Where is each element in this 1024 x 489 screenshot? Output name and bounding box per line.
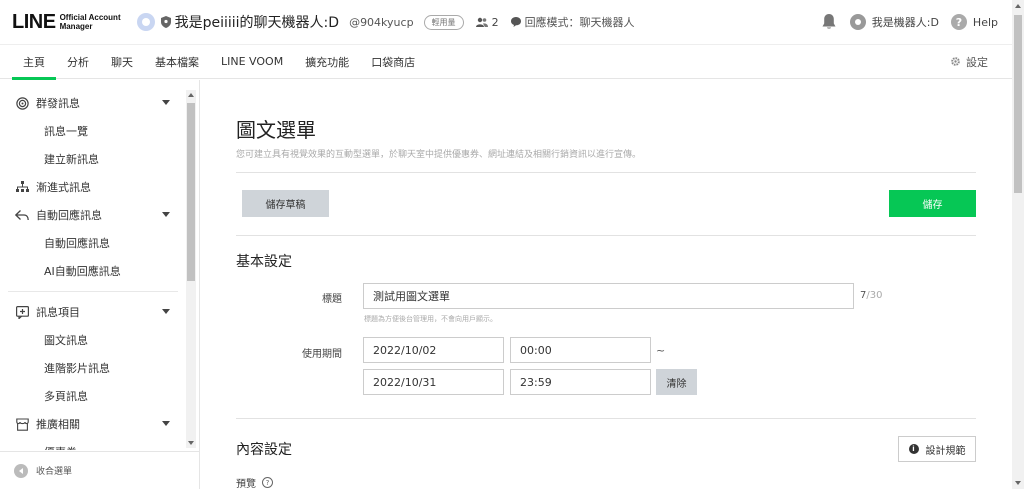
chevron-down-icon[interactable] [162, 212, 170, 217]
sidebar-group-label: 訊息項目 [36, 306, 80, 319]
tab-chat[interactable]: 聊天 [100, 45, 144, 79]
broadcast-icon [14, 96, 30, 110]
gear-icon [951, 57, 960, 66]
page-title: 圖文選單 [236, 118, 316, 142]
friends-count-value: 2 [491, 15, 499, 29]
end-date-input[interactable]: 2022/10/31 [363, 369, 504, 395]
start-date-input[interactable]: 2022/10/02 [363, 337, 504, 363]
user-avatar-icon[interactable] [849, 14, 866, 30]
sidebar-item-rich-video[interactable]: 進階影片訊息 [0, 354, 186, 382]
top-header: LINE Official Account Manager 我是peiiiii的… [0, 0, 1012, 45]
end-time-input[interactable]: 23:59 [510, 369, 651, 395]
save-draft-button[interactable]: 儲存草稿 [242, 190, 329, 217]
main-nav: 主頁 分析 聊天 基本檔案 LINE VOOM 擴充功能 口袋商店 設定 [0, 45, 1012, 80]
save-button[interactable]: 儲存 [889, 190, 976, 217]
period-separator: ~ [656, 344, 666, 357]
sidebar-group-step-message[interactable]: 漸進式訊息 [0, 173, 186, 201]
tab-line-voom[interactable]: LINE VOOM [210, 45, 294, 79]
sidebar-item-carousel[interactable]: 多頁訊息 [0, 382, 186, 410]
collapse-menu-label: 收合選單 [36, 467, 73, 477]
sidebar: 群發訊息 訊息一覽 建立新訊息 漸進式訊息 自動回應訊息 自動回應訊息 AI自動… [0, 80, 200, 489]
sidebar-scroll-thumb[interactable] [187, 103, 195, 281]
bell-icon[interactable] [822, 14, 836, 30]
tab-home[interactable]: 主頁 [12, 45, 56, 80]
account-id: @904kyucp [349, 15, 414, 29]
logo-subtext: Official Account Manager [59, 13, 121, 31]
reply-mode[interactable]: 回應模式：聊天機器人 [510, 14, 635, 30]
settings-label: 設定 [966, 55, 988, 69]
account-avatar[interactable] [136, 13, 155, 31]
title-label: 標題 [322, 294, 342, 305]
preview-label: 預覽 ? [236, 475, 273, 489]
reply-mode-label: 回應模式：聊天機器人 [524, 16, 635, 29]
help-icon[interactable]: ? [950, 14, 967, 30]
store-icon [14, 417, 30, 431]
sidebar-group-broadcast[interactable]: 群發訊息 [0, 89, 186, 117]
basic-settings-heading: 基本設定 [236, 254, 292, 270]
shield-icon [160, 16, 171, 28]
sidebar-divider [8, 291, 178, 292]
user-name[interactable]: 我是機器人:D [872, 14, 939, 30]
sidebar-scrollbar[interactable] [186, 90, 196, 448]
tab-profile[interactable]: 基本檔案 [144, 45, 210, 79]
tab-pocket-shop[interactable]: 口袋商店 [360, 45, 426, 79]
sidebar-item-auto-reply[interactable]: 自動回應訊息 [0, 229, 186, 257]
info-icon: i [908, 444, 919, 454]
friends-count[interactable]: 2 [475, 15, 499, 29]
sidebar-menu[interactable]: 群發訊息 訊息一覽 建立新訊息 漸進式訊息 自動回應訊息 自動回應訊息 AI自動… [0, 80, 186, 450]
scroll-up-arrow-icon[interactable] [1015, 4, 1021, 8]
friends-icon [475, 17, 488, 27]
line-oa-logo[interactable]: LINE Official Account Manager [12, 11, 121, 34]
design-guide-button[interactable]: i 設計規範 [898, 436, 976, 462]
sidebar-group-promotion[interactable]: 推廣相關 [0, 410, 186, 438]
title-hint: 標題為方便後台管理用，不會向用戶顯示。 [364, 315, 497, 323]
sidebar-group-message-items[interactable]: 訊息項目 [0, 298, 186, 326]
chevron-down-icon[interactable] [162, 100, 170, 105]
logo-text: LINE [12, 10, 56, 33]
sidebar-item-coupon[interactable]: 優惠券 [0, 438, 186, 450]
message-items-icon [14, 305, 30, 319]
content-settings-heading: 內容設定 [236, 442, 292, 458]
main-content: 圖文選單 您可建立具有視覺效果的互動型選單，於聊天室中提供優惠券、網址連結及相關… [201, 80, 1012, 489]
tab-analytics[interactable]: 分析 [56, 45, 100, 79]
settings-link[interactable]: 設定 [950, 54, 988, 70]
reply-icon [14, 209, 30, 221]
divider [236, 172, 976, 173]
header-right: 我是機器人:D ? Help [822, 14, 998, 30]
period-label: 使用期間 [302, 349, 342, 360]
chat-bubble-icon [510, 17, 521, 27]
clear-button[interactable]: 清除 [656, 369, 697, 395]
start-time-input[interactable]: 00:00 [510, 337, 651, 363]
collapse-icon [14, 463, 28, 478]
title-char-counter: 7/30 [860, 290, 883, 301]
sidebar-item-ai-auto-reply[interactable]: AI自動回應訊息 [0, 257, 186, 285]
collapse-menu-button[interactable]: 收合選單 [0, 451, 199, 489]
design-guide-label: 設計規範 [925, 445, 966, 457]
scroll-down-arrow-icon[interactable] [1015, 481, 1021, 485]
chevron-down-icon[interactable] [162, 421, 170, 426]
scroll-up-arrow-icon[interactable] [188, 93, 194, 97]
sidebar-group-label: 推廣相關 [36, 418, 80, 431]
chevron-down-icon[interactable] [162, 309, 170, 314]
scroll-down-arrow-icon[interactable] [188, 441, 194, 445]
sidebar-item-message-list[interactable]: 訊息一覽 [0, 117, 186, 145]
account-name[interactable]: 我是peiiiii的聊天機器人:D [175, 12, 339, 32]
divider [236, 418, 976, 419]
sidebar-item-rich-message[interactable]: 圖文訊息 [0, 326, 186, 354]
sidebar-group-label: 群發訊息 [36, 97, 80, 110]
plan-badge: 輕用量 [423, 14, 464, 30]
tab-extensions[interactable]: 擴充功能 [294, 45, 360, 79]
sidebar-group-auto-reply[interactable]: 自動回應訊息 [0, 201, 186, 229]
sidebar-group-label: 自動回應訊息 [36, 209, 102, 222]
page-scrollbar[interactable] [1012, 0, 1024, 489]
help-link[interactable]: Help [973, 16, 998, 29]
title-input[interactable]: 測試用圖文選單 [363, 283, 854, 309]
question-icon[interactable]: ? [262, 477, 273, 488]
sidebar-item-new-message[interactable]: 建立新訊息 [0, 145, 186, 173]
sidebar-group-label: 漸進式訊息 [36, 181, 91, 194]
step-message-icon [14, 181, 30, 193]
page-description: 您可建立具有視覺效果的互動型選單，於聊天室中提供優惠券、網址連結及相關行銷資訊以… [236, 150, 642, 160]
page-scroll-thumb[interactable] [1014, 15, 1022, 193]
divider [236, 235, 976, 236]
